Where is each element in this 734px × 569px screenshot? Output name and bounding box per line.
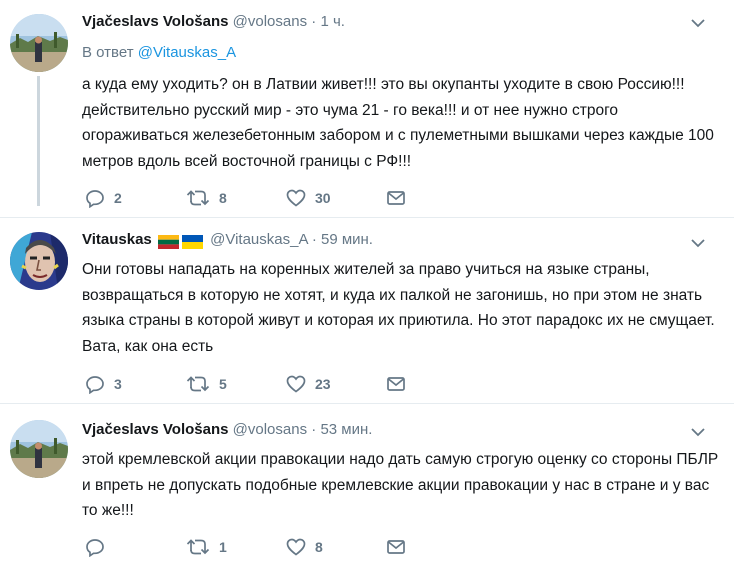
separator: · — [311, 231, 317, 248]
direct-message-button[interactable] — [386, 186, 406, 210]
chevron-down-icon[interactable] — [690, 17, 706, 29]
envelope-icon — [387, 540, 405, 554]
heart-icon — [286, 189, 306, 207]
profile-flags — [157, 233, 206, 250]
retweet-button[interactable]: 5 — [186, 372, 227, 396]
envelope-icon — [387, 191, 405, 205]
reply-icon — [86, 539, 104, 557]
like-count: 23 — [315, 376, 331, 392]
author-name[interactable]: Vjačeslavs Vološans — [82, 13, 228, 30]
author-handle[interactable]: @volosans — [233, 421, 307, 438]
retweet-count: 1 — [219, 539, 227, 555]
reply-button[interactable]: 3 — [85, 372, 122, 396]
thread-line — [37, 76, 40, 206]
avatar[interactable] — [10, 420, 68, 478]
like-count: 30 — [315, 190, 331, 206]
author-name[interactable]: Vjačeslavs Vološans — [82, 421, 228, 438]
reply-button[interactable] — [85, 535, 114, 559]
like-count: 8 — [315, 539, 323, 555]
reply-count: 3 — [114, 376, 122, 392]
avatar[interactable] — [10, 14, 68, 72]
like-button[interactable]: 30 — [286, 186, 331, 210]
heart-icon — [286, 538, 306, 556]
timestamp[interactable]: 53 мин. — [320, 421, 372, 438]
timestamp[interactable]: 59 мин. — [321, 231, 373, 248]
tweet-text: Они готовы нападать на коренных жителей … — [82, 261, 715, 355]
reply-icon — [86, 376, 104, 394]
reply-button[interactable]: 2 — [85, 186, 122, 210]
reply-prefix: В ответ — [82, 44, 134, 61]
tweet[interactable]: Vjačeslavs Vološans @volosans · 1 ч. В о… — [0, 0, 734, 215]
ukraine-flag-icon — [181, 235, 203, 250]
avatar[interactable] — [10, 232, 68, 290]
tweet-actions: 1 8 — [82, 535, 412, 559]
separator: · — [311, 421, 317, 438]
retweet-button[interactable]: 1 — [186, 535, 227, 559]
retweet-count: 8 — [219, 190, 227, 206]
direct-message-button[interactable] — [386, 535, 406, 559]
reply-icon — [86, 190, 104, 208]
lithuania-flag-icon — [157, 235, 179, 250]
envelope-icon — [387, 377, 405, 391]
retweet-icon — [186, 376, 210, 392]
tweet-actions: 3 5 23 — [82, 372, 412, 396]
separator: · — [311, 13, 317, 30]
chevron-down-icon[interactable] — [690, 237, 706, 249]
reply-count: 2 — [114, 190, 122, 206]
tweet-text: а куда ему уходить? он в Латвии живет!!!… — [82, 76, 714, 170]
tweet-text: этой кремлевской акции правокации надо д… — [82, 451, 719, 519]
reply-to-link[interactable]: @Vitauskas_A — [138, 44, 236, 61]
author-name[interactable]: Vitauskas — [82, 231, 152, 248]
heart-icon — [286, 375, 306, 393]
retweet-icon — [186, 190, 210, 206]
author-handle[interactable]: @Vitauskas_A — [210, 231, 308, 248]
tweet-actions: 2 8 30 — [82, 186, 412, 210]
tweet[interactable]: Vjačeslavs Vološans @volosans · 53 мин. … — [0, 404, 734, 569]
retweet-count: 5 — [219, 376, 227, 392]
chevron-down-icon[interactable] — [690, 426, 706, 438]
timestamp[interactable]: 1 ч. — [320, 13, 345, 30]
like-button[interactable]: 8 — [286, 535, 323, 559]
author-handle[interactable]: @volosans — [233, 13, 307, 30]
tweet[interactable]: Vitauskas @Vitauskas_A · 59 мин. Они гот… — [0, 218, 734, 402]
direct-message-button[interactable] — [386, 372, 406, 396]
retweet-icon — [186, 539, 210, 555]
like-button[interactable]: 23 — [286, 372, 331, 396]
retweet-button[interactable]: 8 — [186, 186, 227, 210]
